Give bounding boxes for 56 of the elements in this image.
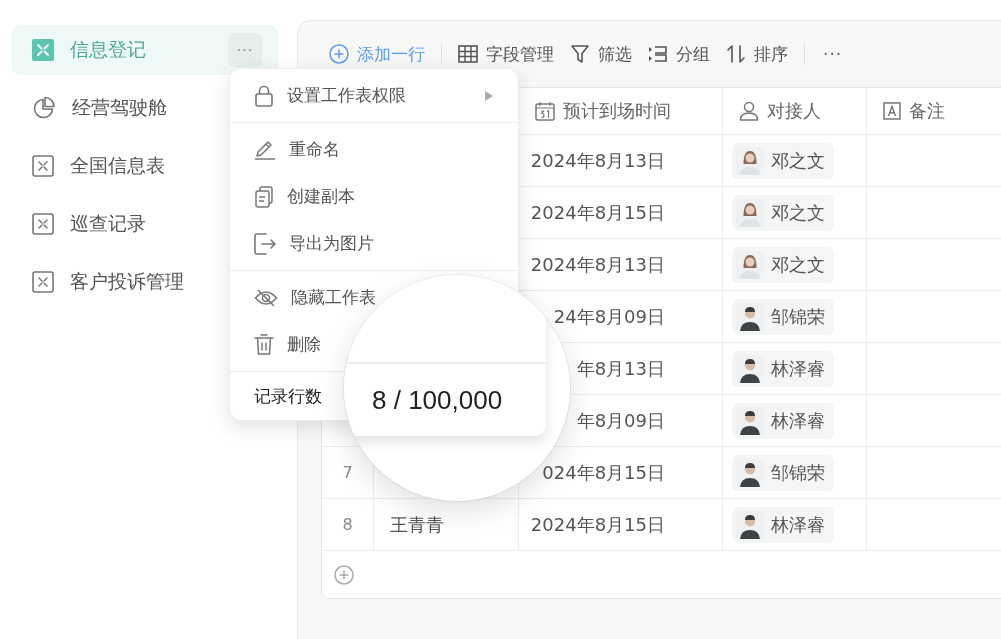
sidebar-item-label: 全国信息表 [70, 153, 166, 178]
more-button[interactable]: ··· [813, 40, 853, 68]
toolbar-button[interactable]: 排序 [718, 38, 796, 70]
sidebar-item-label: 经营驾驶舱 [72, 95, 168, 120]
avatar-icon [736, 146, 764, 175]
text-field-icon [883, 102, 901, 120]
avatar-icon [736, 510, 764, 539]
avatar-icon [736, 302, 764, 331]
sheet-icon [32, 39, 54, 61]
toolbar-button[interactable]: 筛选 [562, 38, 640, 70]
submenu-arrow-icon [484, 89, 494, 102]
sidebar-item-label: 信息登记 [70, 37, 147, 62]
date-cell: 2024年8月15日 [519, 499, 723, 551]
toolbar-button[interactable]: 分组 [640, 38, 718, 70]
funnel-icon [570, 44, 590, 64]
column-header[interactable]: 备注 [867, 88, 1001, 135]
eye-slash-icon [254, 287, 278, 308]
plus-circle-icon [329, 44, 349, 64]
avatar-icon [736, 354, 764, 383]
toolbar-button[interactable]: 字段管理 [450, 38, 562, 70]
contact-chip: 邓之文 [732, 246, 834, 283]
avatar-icon [736, 458, 764, 487]
avatar-icon [736, 250, 764, 279]
contact-chip: 林泽睿 [732, 350, 834, 387]
record-count: 8 / 100,000 [372, 384, 503, 416]
contact-chip: 林泽睿 [732, 506, 834, 543]
contact-chip: 邓之文 [732, 142, 834, 179]
calendar-icon [535, 101, 555, 121]
lock-icon [254, 84, 274, 107]
column-header[interactable]: 对接人 [723, 88, 867, 135]
contact-chip: 邹锦荣 [732, 454, 834, 491]
contact-chip: 林泽睿 [732, 402, 834, 439]
sidebar-item-label: 客户投诉管理 [70, 269, 185, 294]
copy-icon [254, 185, 274, 208]
pie-chart-icon [32, 96, 56, 120]
menu-item[interactable]: 删除 [254, 333, 321, 356]
avatar-icon [736, 406, 764, 435]
sheet-icon [32, 155, 54, 177]
sidebar-item-label: 巡查记录 [70, 211, 147, 236]
column-header[interactable]: 预计到场时间 [519, 88, 723, 135]
grid-icon [458, 45, 478, 63]
trash-icon [254, 333, 274, 356]
sheet-icon [32, 271, 54, 293]
contact-chip: 邓之文 [732, 194, 834, 231]
sheet-icon [32, 213, 54, 235]
person-icon [739, 101, 759, 121]
avatar-icon [736, 198, 764, 227]
add-row-button[interactable] [334, 564, 354, 585]
record-count-label: 记录行数 [254, 384, 322, 408]
plus-circle-icon [334, 564, 354, 585]
group-icon [648, 45, 668, 63]
sort-icon [726, 44, 746, 64]
row-number: 8 [322, 499, 374, 551]
contact-chip: 邹锦荣 [732, 298, 834, 335]
export-icon [254, 232, 276, 255]
pencil-icon [254, 139, 276, 160]
